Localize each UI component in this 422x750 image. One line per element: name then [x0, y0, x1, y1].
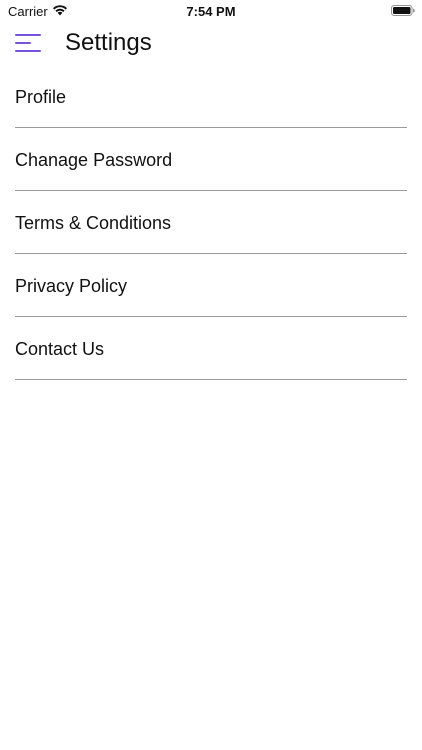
settings-item-contact-us[interactable]: Contact Us — [15, 317, 407, 380]
settings-item-change-password[interactable]: Chanage Password — [15, 128, 407, 191]
app-header: Settings — [0, 24, 422, 64]
settings-item-profile[interactable]: Profile — [15, 65, 407, 128]
page-title: Settings — [65, 29, 152, 56]
settings-item-terms-conditions[interactable]: Terms & Conditions — [15, 191, 407, 254]
settings-item-label: Contact Us — [15, 339, 105, 359]
settings-item-privacy-policy[interactable]: Privacy Policy — [15, 254, 407, 317]
settings-list: Profile Chanage Password Terms & Conditi… — [15, 65, 407, 380]
settings-item-label: Terms & Conditions — [15, 213, 172, 233]
battery-icon — [391, 5, 415, 16]
settings-item-label: Chanage Password — [15, 150, 173, 170]
settings-item-label: Privacy Policy — [15, 276, 128, 296]
menu-button[interactable] — [14, 32, 42, 54]
hamburger-menu-icon — [15, 34, 41, 52]
settings-item-label: Profile — [15, 87, 67, 107]
clock-time: 7:54 PM — [186, 4, 236, 19]
status-bar: Carrier 7:54 PM — [0, 0, 422, 24]
